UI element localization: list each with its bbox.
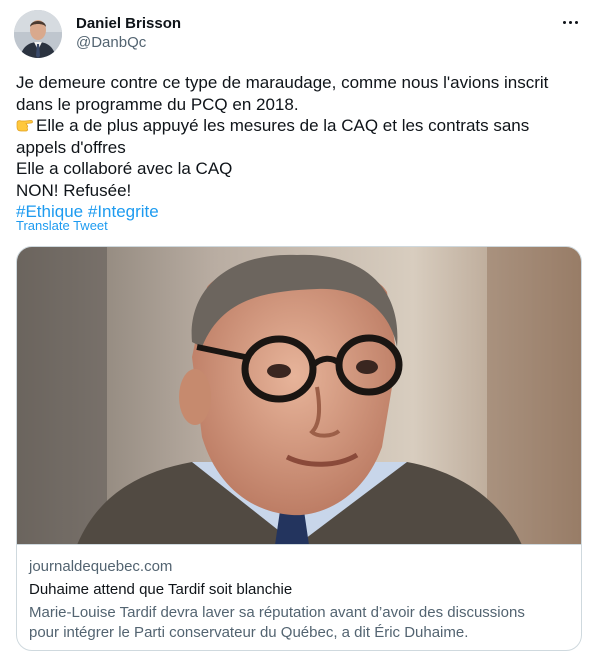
link-card-domain: journaldequebec.com xyxy=(29,558,173,575)
tweet-line-text: Elle a de plus appuyé les mesures de la … xyxy=(36,116,530,135)
author-info: Daniel Brisson @DanbQc xyxy=(76,14,181,53)
avatar[interactable] xyxy=(14,10,62,58)
link-card-description-line: pour intégrer le Parti conservateur du Q… xyxy=(29,624,469,641)
avatar-image xyxy=(14,10,62,58)
link-card-description-line: Marie-Louise Tardif devra laver sa réput… xyxy=(29,604,525,621)
card-photo xyxy=(17,247,581,544)
tweet-line: Je demeure contre ce type de maraudage, … xyxy=(16,73,549,92)
tweet-text: Je demeure contre ce type de maraudage, … xyxy=(16,72,582,223)
author-handle[interactable]: @DanbQc xyxy=(76,33,181,53)
author-name[interactable]: Daniel Brisson xyxy=(76,14,181,33)
link-card-meta: journaldequebec.com Duhaime attend que T… xyxy=(29,557,569,643)
pointing-hand-emoji-icon xyxy=(16,120,33,132)
translate-tweet-link[interactable]: Translate Tweet xyxy=(16,218,108,233)
tweet-line: appels d'offres xyxy=(16,137,126,157)
tweet: Daniel Brisson @DanbQc Je demeure contre… xyxy=(0,0,600,658)
tweet-line: Elle a de plus appuyé les mesures de la … xyxy=(16,115,582,137)
link-card[interactable]: journaldequebec.com Duhaime attend que T… xyxy=(16,246,582,651)
tweet-line: Elle a collaboré avec la CAQ xyxy=(16,159,233,178)
link-card-title: Duhaime attend que Tardif soit blanchie xyxy=(29,581,293,598)
tweet-line: NON! Refusée! xyxy=(16,180,132,200)
tweet-header: Daniel Brisson @DanbQc xyxy=(14,10,586,60)
link-card-description: Marie-Louise Tardif devra laver sa réput… xyxy=(29,603,569,643)
tweet-line: dans le programme du PCQ en 2018. xyxy=(16,94,299,114)
link-card-image xyxy=(17,247,581,545)
more-horizontal-icon[interactable] xyxy=(558,12,582,32)
